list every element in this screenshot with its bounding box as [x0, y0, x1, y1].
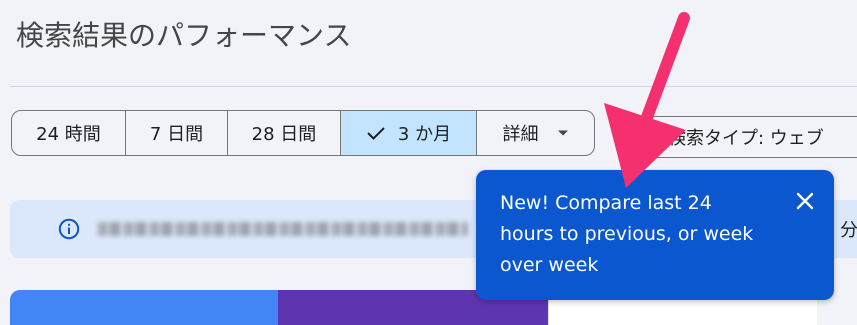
page-title: 検索結果のパフォーマンス: [16, 19, 352, 52]
redacted-text: [98, 222, 468, 236]
range-28-days-label: 28 日間: [251, 124, 317, 145]
tooltip-text: New! Compare last 24 hours to previous, …: [500, 192, 754, 276]
range-more-button[interactable]: 詳細: [477, 111, 594, 155]
divider: [10, 86, 857, 87]
range-3-months-button[interactable]: 3 か月: [341, 111, 477, 155]
range-3-months-label: 3 か月: [397, 124, 452, 145]
date-range-selector: 24 時間 7 日間 28 日間 3 か月 詳細: [11, 110, 595, 156]
close-icon[interactable]: [794, 190, 816, 212]
range-28-days-button[interactable]: 28 日間: [228, 111, 341, 155]
range-7-days-label: 7 日間: [149, 124, 204, 145]
caret-down-icon: [557, 129, 569, 137]
range-24-hours-label: 24 時間: [36, 124, 101, 145]
range-more-label: 詳細: [502, 124, 539, 145]
clicks-card[interactable]: [10, 290, 278, 325]
check-icon: [366, 125, 386, 141]
info-banner-trailing-text: 分析: [840, 220, 857, 241]
info-icon: [58, 218, 80, 240]
range-7-days-button[interactable]: 7 日間: [126, 111, 228, 155]
pointer-arrow-icon: [604, 12, 690, 188]
range-24-hours-button[interactable]: 24 時間: [12, 111, 126, 155]
